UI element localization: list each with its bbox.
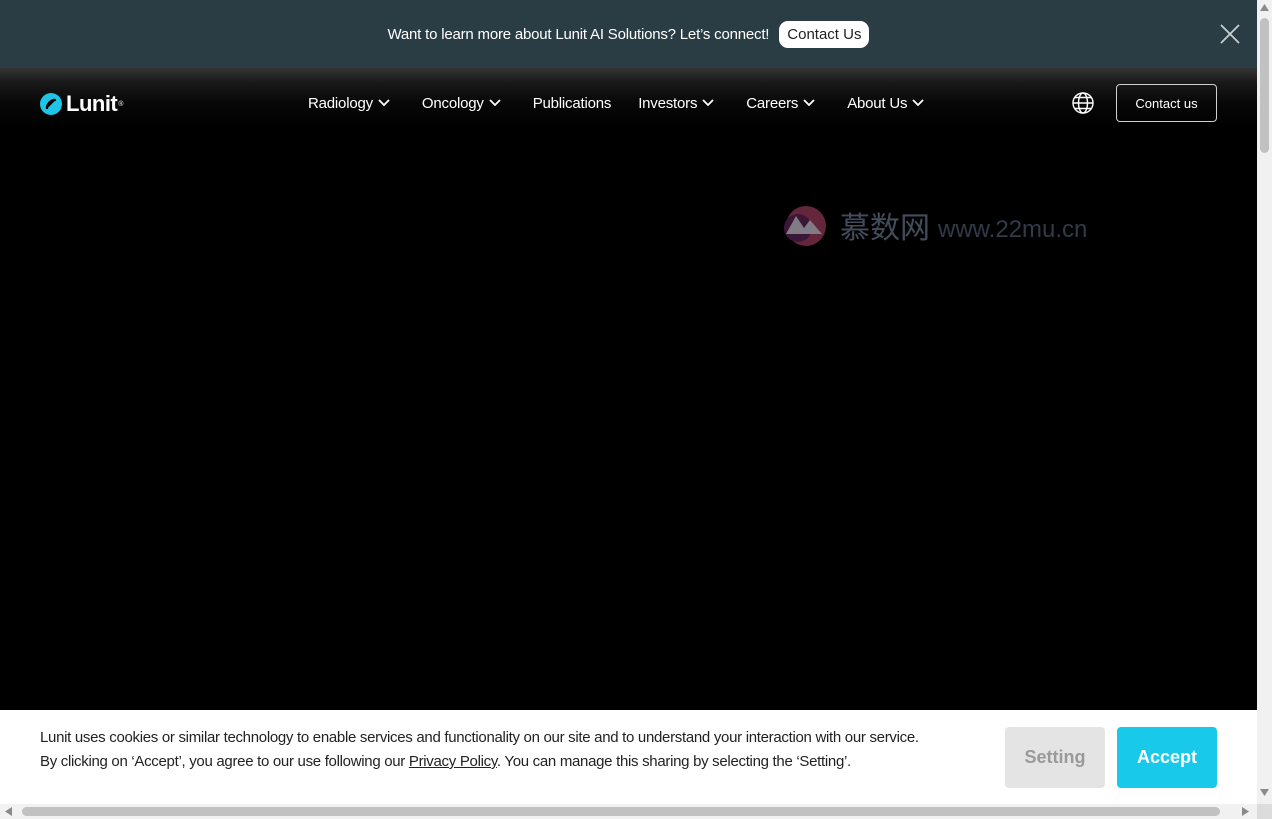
nav-item-about-us[interactable]: About Us	[847, 95, 924, 112]
nav-item-oncology[interactable]: Oncology	[422, 95, 501, 112]
contact-us-button[interactable]: Contact us	[1116, 84, 1217, 122]
scrollbar-corner	[1257, 804, 1272, 819]
scroll-right-arrow-icon[interactable]	[1242, 807, 1249, 816]
watermark-url-text: www.22mu.cn	[938, 216, 1088, 243]
vertical-scrollbar-thumb[interactable]	[1260, 18, 1269, 153]
horizontal-scrollbar-thumb[interactable]	[22, 807, 1220, 816]
cookie-text-line2-end: . You can manage this sharing by selecti…	[496, 753, 851, 770]
nav-item-careers[interactable]: Careers	[746, 95, 815, 112]
cookie-text: Lunit uses cookies or similar technology…	[40, 726, 970, 774]
chevron-down-icon	[803, 99, 815, 107]
logo-registered-mark: ®	[118, 100, 124, 108]
vertical-scrollbar[interactable]	[1257, 0, 1272, 804]
chevron-down-icon	[702, 99, 714, 107]
watermark: 慕数网 www.22mu.cn	[776, 200, 1087, 250]
chevron-down-icon	[489, 99, 501, 107]
scroll-left-arrow-icon[interactable]	[5, 807, 12, 816]
cookie-accept-button[interactable]: Accept	[1117, 727, 1217, 788]
cookie-consent-banner: Lunit uses cookies or similar technology…	[0, 710, 1257, 804]
lunit-logo-icon	[40, 93, 62, 115]
nav-item-label: Oncology	[421, 94, 484, 112]
cookie-setting-button[interactable]: Setting	[1005, 727, 1105, 788]
nav-item-investors[interactable]: Investors	[638, 95, 714, 112]
chevron-down-icon	[912, 99, 924, 107]
watermark-logo-icon	[784, 206, 826, 246]
scroll-up-arrow-icon[interactable]	[1260, 4, 1269, 11]
cookie-text-line1: Lunit uses cookies or similar technology…	[40, 729, 919, 746]
watermark-cn-text: 慕数网	[840, 212, 930, 245]
chevron-down-icon	[378, 99, 390, 107]
nav-item-radiology[interactable]: Radiology	[308, 95, 390, 112]
promo-banner: Want to learn more about Lunit AI Soluti…	[0, 0, 1257, 68]
horizontal-scrollbar[interactable]	[0, 804, 1257, 819]
promo-text: Want to learn more about Lunit AI Soluti…	[387, 25, 770, 43]
nav-item-label: Publications	[532, 94, 612, 112]
privacy-policy-link[interactable]: Privacy Policy	[409, 753, 497, 770]
nav-item-label: About Us	[847, 94, 908, 112]
nav-item-label: Careers	[746, 94, 799, 112]
scroll-down-arrow-icon[interactable]	[1260, 789, 1269, 796]
nav-item-label: Investors	[638, 94, 698, 112]
main-navbar: Lunit ® Radiology Oncology Publications …	[0, 80, 1257, 126]
close-icon[interactable]	[1218, 22, 1242, 46]
nav-item-publications[interactable]: Publications	[532, 94, 612, 112]
promo-contact-button[interactable]: Contact Us	[779, 20, 870, 48]
lunit-logo[interactable]: Lunit ®	[40, 91, 123, 117]
globe-icon[interactable]	[1071, 91, 1095, 115]
cookie-text-line2-start: By clicking on ‘Accept’, you agree to ou…	[40, 753, 409, 770]
cookie-text-line2: By clicking on ‘Accept’, you agree to ou…	[40, 750, 970, 774]
nav-item-label: Radiology	[308, 94, 373, 112]
logo-wordmark: Lunit	[66, 91, 118, 116]
nav-menu: Radiology Oncology Publications Investor…	[308, 80, 956, 126]
